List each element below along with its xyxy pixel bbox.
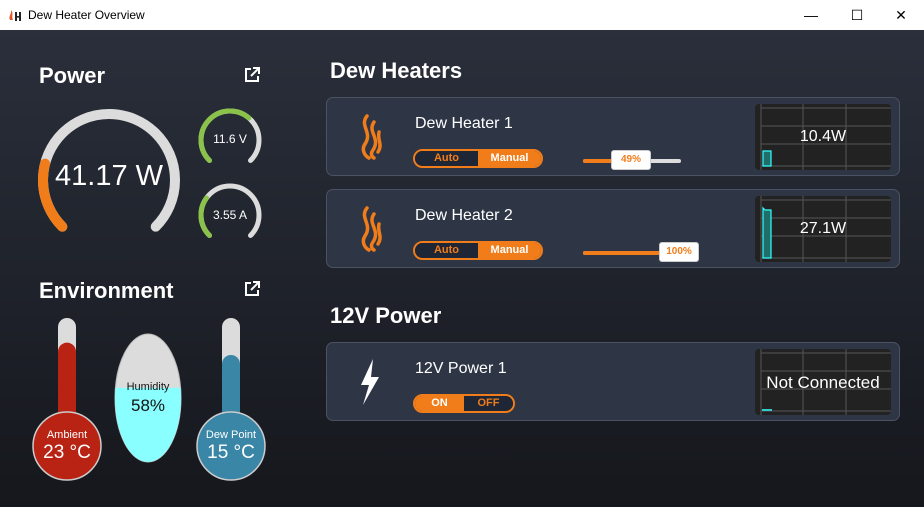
maximize-button[interactable]: ☐	[834, 0, 880, 30]
dew-heater-card: Dew Heater 2 Auto Manual 100% 27.1W	[326, 189, 900, 268]
close-button[interactable]: ✕	[878, 0, 924, 30]
humidity-label: Humidity	[126, 381, 170, 393]
mode-toggle[interactable]: Auto Manual	[413, 149, 543, 168]
title-bar: Dew Heater Overview — ☐ ✕	[0, 0, 924, 30]
dew-heater-name: Dew Heater 1	[415, 115, 513, 132]
window-title: Dew Heater Overview	[28, 8, 145, 22]
flame-icon	[361, 114, 382, 160]
manual-option[interactable]: Manual	[478, 151, 541, 166]
level-slider-thumb[interactable]: 100%	[659, 242, 699, 262]
humidity-value: 58%	[130, 396, 166, 415]
level-slider-thumb[interactable]: 49%	[611, 150, 652, 170]
12v-power-name: 12V Power 1	[415, 360, 507, 377]
minimize-button[interactable]: —	[788, 0, 834, 30]
lightning-icon	[361, 359, 379, 405]
dew-point-label: Dew Point	[205, 429, 257, 441]
flame-icon	[361, 206, 382, 252]
dew-heater-name: Dew Heater 2	[415, 207, 513, 224]
12v-power-chart: Not Connected	[755, 349, 891, 415]
dew-heaters-title: Dew Heaters	[330, 58, 463, 83]
auto-option[interactable]: Auto	[415, 243, 478, 258]
12v-power-status: Not Connected	[766, 373, 880, 392]
12v-power-title: 12V Power	[330, 303, 442, 328]
off-option[interactable]: OFF	[464, 396, 513, 411]
mode-toggle[interactable]: Auto Manual	[413, 241, 543, 260]
main-area: Power 41.17 W 11.6 V 3.55 A Environment …	[0, 30, 924, 507]
power-value: 27.1W	[799, 220, 847, 237]
dew-point-value: 15 °C	[207, 442, 255, 463]
power-chart: 27.1W	[755, 196, 891, 262]
power-value: 10.4W	[799, 128, 847, 145]
dew-heater-card: Dew Heater 1 Auto Manual 49% 10.4W	[326, 97, 900, 176]
12v-power-card: 12V Power 1 ON OFF Not Connected	[326, 342, 900, 421]
ambient-label: Ambient	[46, 429, 88, 441]
manual-option[interactable]: Manual	[478, 243, 541, 258]
on-option[interactable]: ON	[415, 396, 464, 411]
app-logo-icon	[9, 10, 21, 21]
auto-option[interactable]: Auto	[415, 151, 478, 166]
power-history-line	[762, 150, 772, 167]
ambient-value: 23 °C	[43, 442, 91, 463]
on-off-toggle[interactable]: ON OFF	[413, 394, 515, 413]
power-chart: 10.4W	[755, 104, 891, 170]
